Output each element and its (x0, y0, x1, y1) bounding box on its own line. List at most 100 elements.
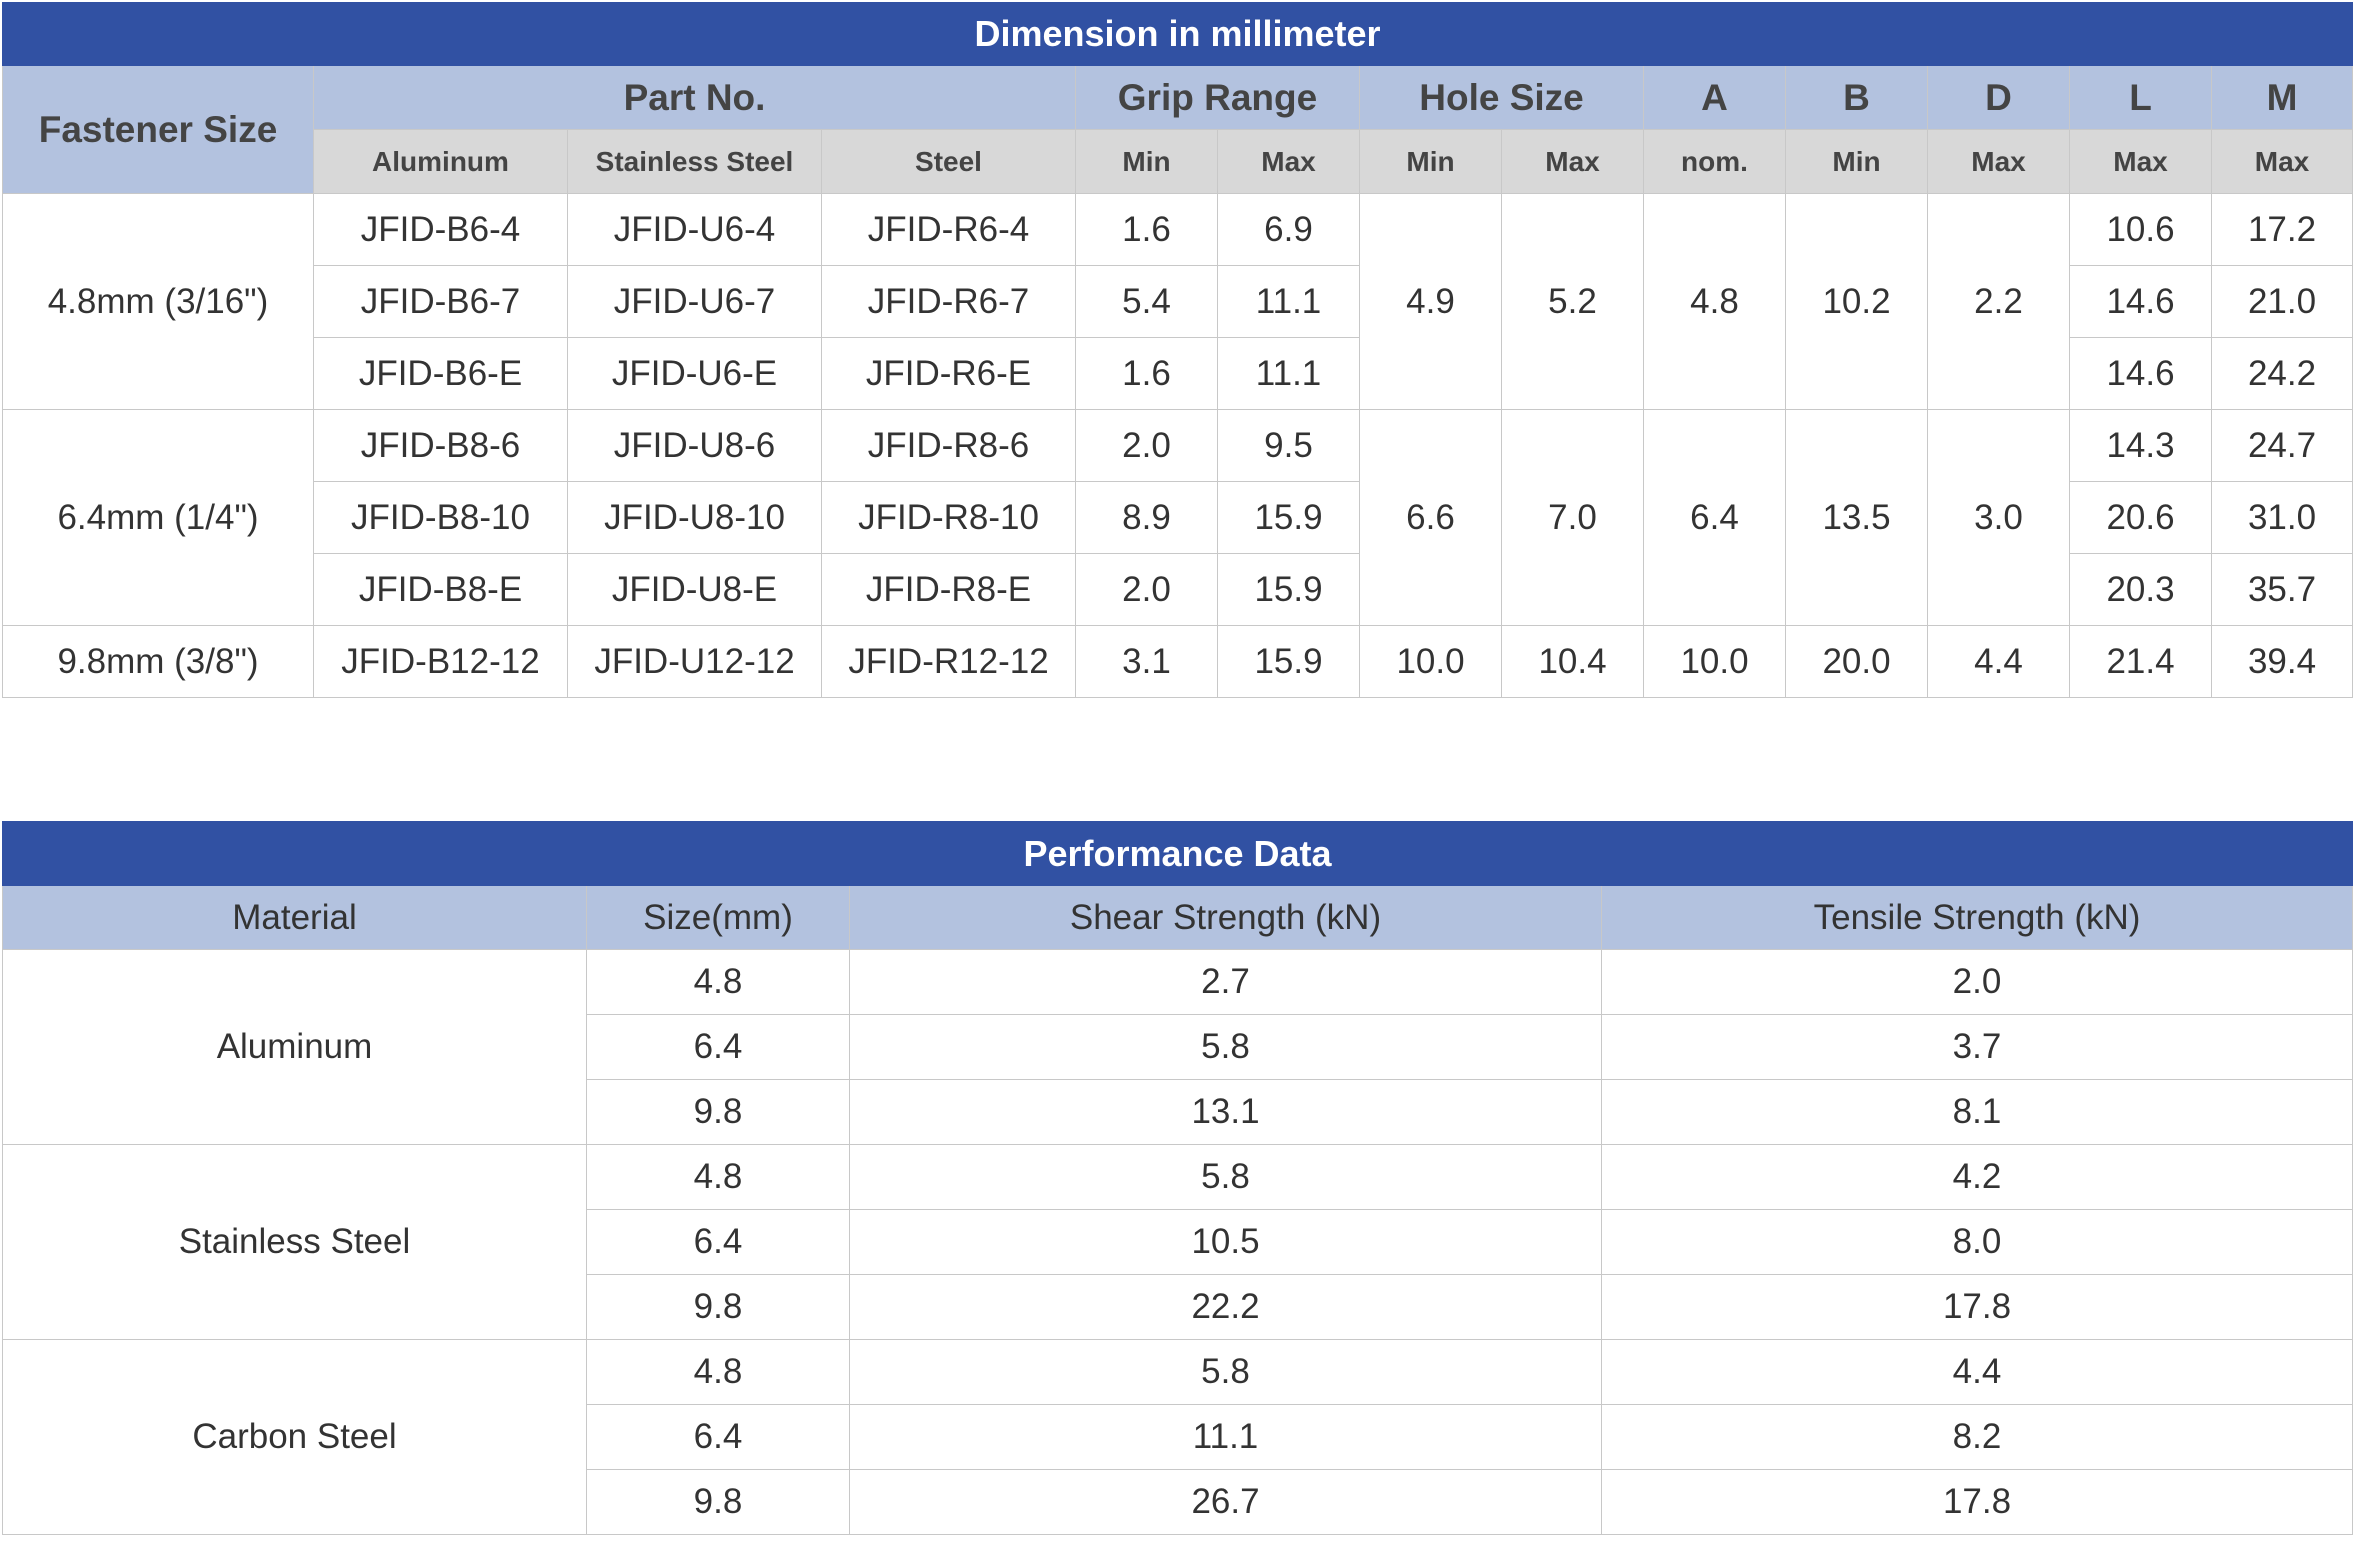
m-max-cell: 24.2 (2210, 337, 2354, 410)
part-aluminum-cell: JFID-B8-6 (313, 409, 568, 482)
size-cell: 6.4 (586, 1014, 850, 1080)
grip-min-cell: 8.9 (1075, 481, 1218, 554)
tensile-cell: 4.4 (1600, 1339, 2354, 1405)
shear-cell: 13.1 (849, 1079, 1602, 1145)
part-aluminum-cell: JFID-B6-7 (313, 265, 568, 338)
grip-max-cell: 9.5 (1217, 409, 1360, 482)
hole-max-cell: 10.4 (1501, 625, 1644, 698)
hole-min-cell: 6.6 (1359, 409, 1502, 626)
part-steel-cell: JFID-R6-E (821, 337, 1076, 410)
table-row: 4.8mm (3/16") JFID-B6-4 JFID-U6-4 JFID-R… (2, 193, 2354, 410)
part-aluminum-cell: JFID-B12-12 (313, 625, 568, 698)
size-cell: 4.8 (586, 1144, 850, 1210)
d-max-cell: 2.2 (1927, 193, 2070, 410)
table-row: Carbon Steel 4.8 5.8 4.4 (2, 1339, 2354, 1535)
subheader-m-max: Max (2210, 129, 2354, 194)
size-cell: 9.8 (586, 1274, 850, 1340)
shear-cell: 26.7 (849, 1469, 1602, 1535)
part-aluminum-cell: JFID-B6-4 (313, 193, 568, 266)
dimension-table-title: Dimension in millimeter (1, 2, 2354, 66)
tensile-cell: 8.2 (1600, 1404, 2354, 1470)
shear-cell: 22.2 (849, 1274, 1602, 1340)
shear-cell: 5.8 (849, 1339, 1602, 1405)
header-size-mm: Size(mm) (586, 885, 850, 950)
grip-max-cell: 15.9 (1217, 481, 1360, 554)
grip-max-cell: 11.1 (1217, 337, 1360, 410)
size-cell: 9.8 (586, 1469, 850, 1535)
size-cell: 6.4 (586, 1404, 850, 1470)
subheader-d-max: Max (1927, 129, 2070, 194)
l-max-cell: 10.6 (2069, 193, 2212, 266)
grip-min-cell: 5.4 (1075, 265, 1218, 338)
m-max-cell: 21.0 (2210, 265, 2354, 338)
subheader-grip-min: Min (1075, 129, 1218, 194)
subheader-hole-max: Max (1501, 129, 1644, 194)
hole-min-cell: 10.0 (1359, 625, 1502, 698)
fastener-size-cell: 4.8mm (3/16") (2, 193, 314, 410)
header-material: Material (2, 885, 587, 950)
part-steel-cell: JFID-R6-7 (821, 265, 1076, 338)
header-part-no: Part No. (313, 65, 1076, 130)
subheader-l-max: Max (2069, 129, 2212, 194)
fastener-size-cell: 9.8mm (3/8") (2, 625, 314, 698)
part-stainless-cell: JFID-U8-6 (567, 409, 822, 482)
size-cell: 4.8 (586, 1339, 850, 1405)
a-nom-cell: 6.4 (1643, 409, 1786, 626)
d-max-cell: 3.0 (1927, 409, 2070, 626)
grip-min-cell: 1.6 (1075, 193, 1218, 266)
material-cell: Aluminum (2, 949, 587, 1145)
a-nom-cell: 4.8 (1643, 193, 1786, 410)
part-aluminum-cell: JFID-B8-10 (313, 481, 568, 554)
header-grip-range: Grip Range (1075, 65, 1360, 130)
table-row: Aluminum 4.8 2.7 2.0 (2, 949, 2354, 1145)
part-stainless-cell: JFID-U6-E (567, 337, 822, 410)
header-m: M (2210, 65, 2354, 130)
performance-table: Performance Data Material Size(mm) Shear… (1, 821, 2354, 1535)
m-max-cell: 24.7 (2210, 409, 2354, 482)
subheader-steel: Steel (821, 129, 1076, 194)
l-max-cell: 20.3 (2069, 553, 2212, 626)
l-max-cell: 14.6 (2069, 337, 2212, 410)
size-cell: 6.4 (586, 1209, 850, 1275)
part-stainless-cell: JFID-U6-7 (567, 265, 822, 338)
b-min-cell: 10.2 (1785, 193, 1928, 410)
tensile-cell: 8.1 (1600, 1079, 2354, 1145)
shear-cell: 10.5 (849, 1209, 1602, 1275)
part-steel-cell: JFID-R12-12 (821, 625, 1076, 698)
hole-max-cell: 7.0 (1501, 409, 1644, 626)
m-max-cell: 31.0 (2210, 481, 2354, 554)
header-a: A (1643, 65, 1786, 130)
fastener-size-cell: 6.4mm (1/4") (2, 409, 314, 626)
header-b: B (1785, 65, 1928, 130)
tensile-cell: 3.7 (1600, 1014, 2354, 1080)
grip-max-cell: 11.1 (1217, 265, 1360, 338)
header-d: D (1927, 65, 2070, 130)
dimension-table: Dimension in millimeter Fastener Size Pa… (1, 2, 2354, 698)
part-stainless-cell: JFID-U8-10 (567, 481, 822, 554)
m-max-cell: 35.7 (2210, 553, 2354, 626)
shear-cell: 2.7 (849, 949, 1602, 1015)
header-shear-strength: Shear Strength (kN) (849, 885, 1602, 950)
part-steel-cell: JFID-R6-4 (821, 193, 1076, 266)
d-max-cell: 4.4 (1927, 625, 2070, 698)
subheader-grip-max: Max (1217, 129, 1360, 194)
part-stainless-cell: JFID-U12-12 (567, 625, 822, 698)
part-stainless-cell: JFID-U6-4 (567, 193, 822, 266)
tensile-cell: 17.8 (1600, 1274, 2354, 1340)
l-max-cell: 14.3 (2069, 409, 2212, 482)
part-steel-cell: JFID-R8-6 (821, 409, 1076, 482)
header-tensile-strength: Tensile Strength (kN) (1600, 885, 2354, 950)
tensile-cell: 17.8 (1600, 1469, 2354, 1535)
subheader-stainless-steel: Stainless Steel (567, 129, 822, 194)
subheader-aluminum: Aluminum (313, 129, 568, 194)
header-hole-size: Hole Size (1359, 65, 1644, 130)
subheader-hole-min: Min (1359, 129, 1502, 194)
part-steel-cell: JFID-R8-10 (821, 481, 1076, 554)
l-max-cell: 21.4 (2069, 625, 2212, 698)
performance-table-title: Performance Data (1, 821, 2354, 886)
b-min-cell: 20.0 (1785, 625, 1928, 698)
tensile-cell: 2.0 (1600, 949, 2354, 1015)
tensile-cell: 8.0 (1600, 1209, 2354, 1275)
grip-min-cell: 2.0 (1075, 409, 1218, 482)
table-row: Stainless Steel 4.8 5.8 4.2 (2, 1144, 2354, 1340)
